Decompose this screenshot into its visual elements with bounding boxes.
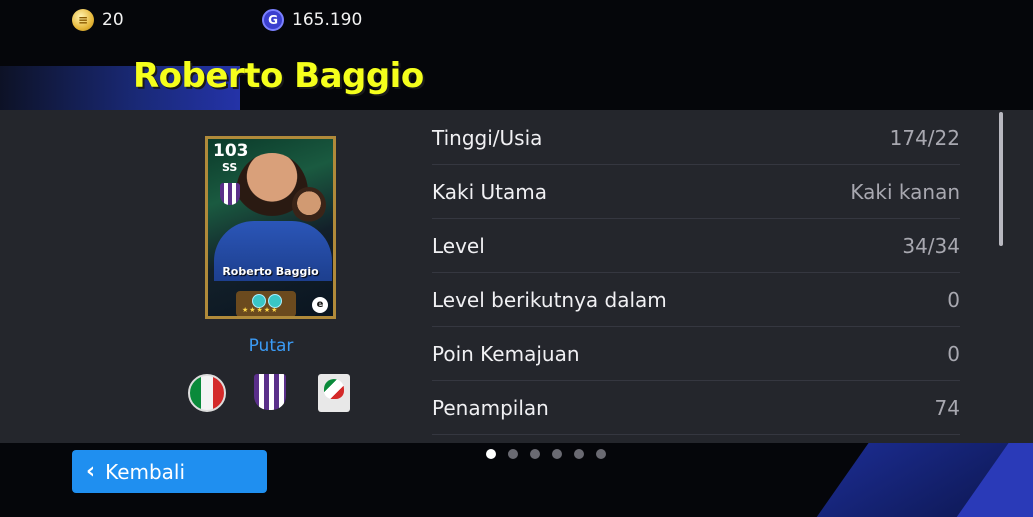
stat-label: Tinggi/Usia: [432, 125, 543, 150]
stat-value: 0: [947, 341, 960, 366]
gp-amount: 165.190: [292, 10, 363, 30]
stat-value: 34/34: [902, 233, 960, 258]
gp-icon: G: [262, 9, 284, 31]
stat-row-next-level: Level berikutnya dalam 0: [432, 273, 960, 327]
stat-row-appearances: Penampilan 74: [432, 381, 960, 435]
league-logo-icon: [318, 374, 350, 412]
efootball-coin-icon: ≡: [72, 9, 94, 31]
stat-row-height-age: Tinggi/Usia 174/22: [432, 111, 960, 165]
stat-value: Kaki kanan: [850, 179, 960, 204]
stat-label: Kaki Utama: [432, 179, 547, 204]
stats-scrollbar[interactable]: [999, 112, 1003, 246]
coin-balance: ≡ 20: [72, 9, 124, 31]
stat-label: Penampilan: [432, 395, 549, 420]
chevron-left-icon: ‹: [86, 458, 96, 484]
stat-row-progress-points: Poin Kemajuan 0: [432, 327, 960, 381]
card-player-name: Roberto Baggio: [222, 265, 319, 278]
italy-flag-icon: [188, 374, 226, 412]
back-button[interactable]: ‹ Kembali: [72, 450, 267, 493]
card-skill-plate: ★★★★★: [236, 291, 296, 316]
stat-row-level: Level 34/34: [432, 219, 960, 273]
player-name-title: Roberto Baggio: [133, 56, 424, 96]
page-indicator: [486, 449, 606, 459]
page-dot[interactable]: [552, 449, 562, 459]
page-dot[interactable]: [574, 449, 584, 459]
coin-amount: 20: [102, 10, 124, 30]
page-dot[interactable]: [596, 449, 606, 459]
stat-value: 74: [934, 395, 960, 420]
gp-balance: G 165.190: [262, 9, 362, 31]
page-dot[interactable]: [508, 449, 518, 459]
player-card[interactable]: 103 SS Roberto Baggio ★★★★★ e: [205, 136, 336, 319]
card-position: SS: [222, 161, 238, 174]
page-dot[interactable]: [486, 449, 496, 459]
card-club-icon: [220, 183, 240, 205]
stat-value: 174/22: [889, 125, 960, 150]
stat-label: Level: [432, 233, 485, 258]
back-button-label: Kembali: [105, 459, 186, 484]
card-stars: ★★★★★: [242, 306, 279, 314]
club-crest-icon: [254, 374, 286, 410]
stat-value: 0: [947, 287, 960, 312]
stat-label: Poin Kemajuan: [432, 341, 580, 366]
card-rating: 103: [213, 141, 249, 161]
page-dot[interactable]: [530, 449, 540, 459]
stat-row-preferred-foot: Kaki Utama Kaki kanan: [432, 165, 960, 219]
player-portrait-secondary: [292, 187, 326, 223]
rotate-card-link[interactable]: Putar: [240, 336, 302, 356]
stat-label: Level berikutnya dalam: [432, 287, 667, 312]
player-stats-list: Tinggi/Usia 174/22 Kaki Utama Kaki kanan…: [432, 111, 960, 435]
efootball-logo-icon: e: [312, 297, 328, 313]
